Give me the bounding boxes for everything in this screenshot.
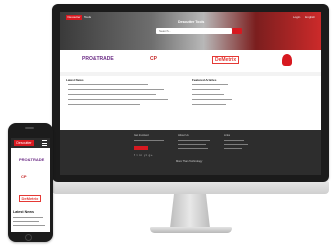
- search-button[interactable]: [232, 28, 242, 34]
- brand-subtitle: Tools: [84, 15, 92, 19]
- brand-demetrix[interactable]: DeMetrix: [212, 56, 240, 64]
- news-section: Latest News Featured Articles: [60, 76, 321, 130]
- mobile-news-item[interactable]: [13, 221, 39, 222]
- top-nav: Login English: [289, 15, 315, 19]
- monitor-stand: [170, 194, 210, 228]
- social-icons[interactable]: f t in yt g+: [134, 153, 153, 157]
- footer-col-about: About Us: [178, 134, 189, 137]
- featured-item[interactable]: [192, 94, 224, 96]
- footer-col-links: Links: [224, 134, 231, 137]
- brand-pro-trade[interactable]: PRO&TRADE: [82, 56, 114, 62]
- news-item[interactable]: [68, 84, 148, 86]
- login-link[interactable]: Login: [293, 15, 300, 19]
- footer-text: [134, 140, 164, 141]
- footer-link[interactable]: [224, 148, 242, 149]
- brand-row: PRO&TRADE CP DeMetrix: [60, 50, 321, 72]
- footer-text: [178, 144, 206, 145]
- brand-cp[interactable]: CP: [150, 56, 157, 62]
- hamburger-menu-icon[interactable]: [42, 140, 47, 146]
- mobile-brand-demetrix[interactable]: DeMetrix: [19, 195, 41, 202]
- brand-logo[interactable]: Desoutter: [66, 15, 82, 20]
- footer-link[interactable]: [224, 144, 248, 145]
- mobile-brand-cp[interactable]: CP: [21, 174, 27, 179]
- search-input[interactable]: Search...: [156, 28, 232, 34]
- language-link[interactable]: English: [305, 15, 315, 19]
- footer-text: [178, 148, 208, 149]
- footer-cta-button[interactable]: [134, 146, 148, 150]
- featured-item[interactable]: [192, 104, 226, 106]
- mobile-brand-logo[interactable]: Desoutter: [14, 140, 34, 146]
- footer-tagline: More Than Technology: [176, 160, 203, 163]
- mobile-news-item[interactable]: [13, 225, 45, 226]
- news-heading: Latest News: [66, 78, 84, 82]
- mobile-header: Desoutter: [11, 138, 50, 148]
- mobile-news-item[interactable]: [13, 217, 43, 218]
- footer-link[interactable]: [224, 140, 244, 141]
- footer-col-get-involved: Get Involved: [134, 134, 149, 137]
- news-item[interactable]: [68, 89, 164, 91]
- featured-item[interactable]: [192, 89, 220, 91]
- mobile-brand-pro-trade[interactable]: PRO&TRADE: [19, 157, 44, 162]
- site-footer: Get Involved About Us Links f t in yt g+…: [60, 130, 321, 175]
- hero-banner: Desoutter Tools Login English Desoutter …: [60, 12, 321, 50]
- featured-item[interactable]: [192, 99, 232, 101]
- brand-badge-icon[interactable]: [282, 54, 292, 66]
- news-item[interactable]: [68, 94, 156, 96]
- mobile-screen: Desoutter PRO&TRADE CP DeMetrix Latest N…: [11, 138, 50, 232]
- monitor-chin: [52, 182, 329, 194]
- featured-item[interactable]: [192, 84, 228, 86]
- home-button-icon[interactable]: [25, 234, 32, 241]
- phone-speaker: [25, 127, 34, 129]
- news-item[interactable]: [68, 104, 140, 106]
- monitor-base: [150, 227, 232, 233]
- footer-text: [178, 140, 210, 141]
- mobile-news-heading: Latest News: [13, 210, 34, 214]
- desktop-screen: Desoutter Tools Login English Desoutter …: [60, 12, 321, 175]
- hero-title: Desoutter Tools: [178, 20, 205, 24]
- news-item[interactable]: [68, 99, 168, 101]
- featured-heading: Featured Articles: [192, 78, 217, 82]
